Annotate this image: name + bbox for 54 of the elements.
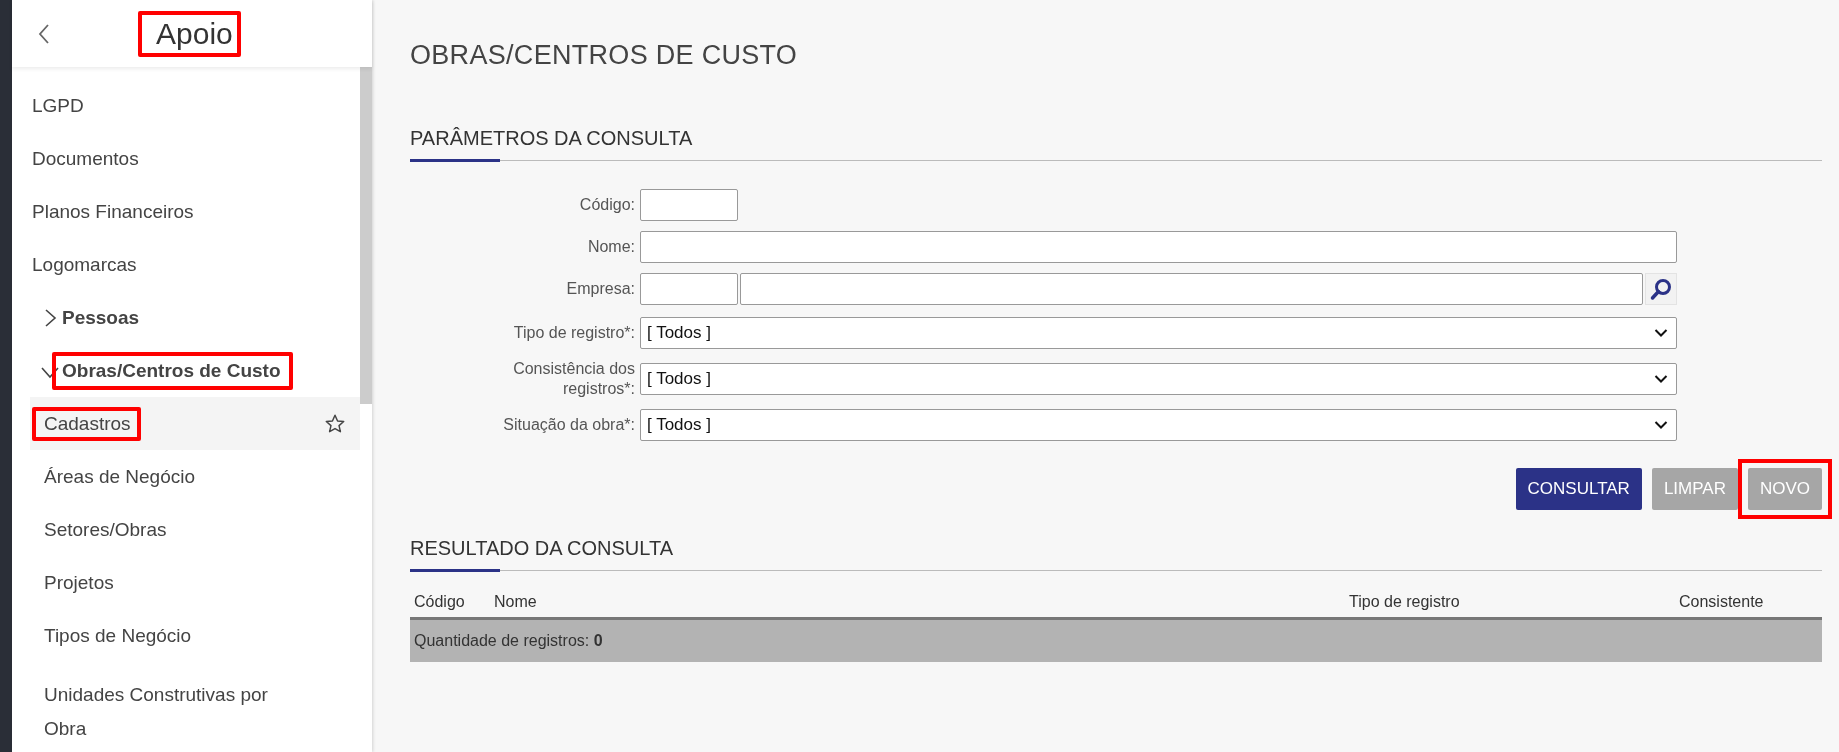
input-field[interactable] (640, 189, 738, 221)
sidebar-group[interactable]: Obras/Centros de Custo (12, 344, 360, 397)
sidebar-group[interactable]: Pessoas (12, 291, 360, 344)
select-field[interactable]: [ Todos ] (640, 363, 1677, 395)
sidebar-item[interactable]: Setores/Obras (30, 503, 360, 556)
sidebar-item-label: Logomarcas (31, 252, 138, 277)
back-icon[interactable] (38, 22, 50, 45)
section-heading: RESULTADO DA CONSULTA (410, 537, 673, 559)
search-button[interactable] (1645, 273, 1677, 305)
sidebar-item-label: Projetos (43, 570, 115, 595)
sidebar-item-label: Unidades Construtivas por Obra (43, 683, 269, 741)
sidebar-item-label: Setores/Obras (43, 517, 168, 542)
field-label: Código: (579, 195, 635, 215)
sidebar-item[interactable]: LGPD (12, 79, 360, 132)
sidebar-item-label: Tipos de Negócio (43, 623, 193, 648)
sidebar-item-label: Cadastros (32, 406, 141, 441)
field-label: Nome: (587, 237, 635, 257)
field-label: Empresa: (566, 279, 635, 299)
input-field[interactable] (740, 273, 1643, 305)
action-button[interactable]: CONSULTAR (1515, 468, 1642, 510)
sidebar-item-label: Áreas de Negócio (43, 464, 197, 489)
column-header: Nome (494, 593, 538, 611)
chevron-down-icon (1654, 420, 1668, 430)
sidebar-item[interactable]: Áreas de Negócio (30, 450, 360, 503)
sidebar-title: Apoio (138, 10, 241, 57)
sidebar-item[interactable]: Documentos (12, 132, 360, 185)
sidebar-item-label: Planos Financeiros (31, 199, 195, 224)
sidebar-group-label: Obras/Centros de Custo (52, 351, 293, 390)
chevron-down-icon (1654, 374, 1668, 384)
section-heading: PARÂMETROS DA CONSULTA (410, 127, 693, 149)
sidebar-item-label: Documentos (31, 146, 140, 171)
sidebar-item[interactable]: Projetos (30, 556, 360, 609)
sidebar-item[interactable]: Planos Financeiros (12, 185, 360, 238)
column-header: Tipo de registro (1349, 593, 1461, 611)
select-field[interactable]: [ Todos ] (640, 317, 1677, 349)
sidebar-item-label: LGPD (31, 93, 85, 118)
sidebar-item[interactable]: Cadastros (30, 397, 360, 450)
column-header: Consistente (1679, 593, 1764, 611)
sidebar-group-label: Pessoas (61, 305, 141, 330)
table-footer: Quantidade de registros: 0 (414, 632, 603, 649)
sidebar-item[interactable]: Tipos de Negócio (30, 609, 360, 662)
star-icon[interactable] (324, 412, 346, 435)
column-header: Código (414, 593, 466, 611)
select-field[interactable]: [ Todos ] (640, 409, 1677, 441)
input-field[interactable] (640, 231, 1677, 263)
page-title: OBRAS/CENTROS DE CUSTO (410, 40, 799, 71)
sidebar-item[interactable]: Unidades Construtivas por Obra (30, 662, 360, 752)
field-label: Tipo de registro*: (513, 323, 635, 343)
input-field[interactable] (640, 273, 738, 305)
field-label: Consistência dos registros*: (512, 359, 635, 399)
sidebar-item[interactable]: Logomarcas (12, 238, 360, 291)
chevron-down-icon (1654, 328, 1668, 338)
scrollbar[interactable] (360, 67, 372, 404)
field-label: Situação da obra*: (503, 415, 635, 435)
